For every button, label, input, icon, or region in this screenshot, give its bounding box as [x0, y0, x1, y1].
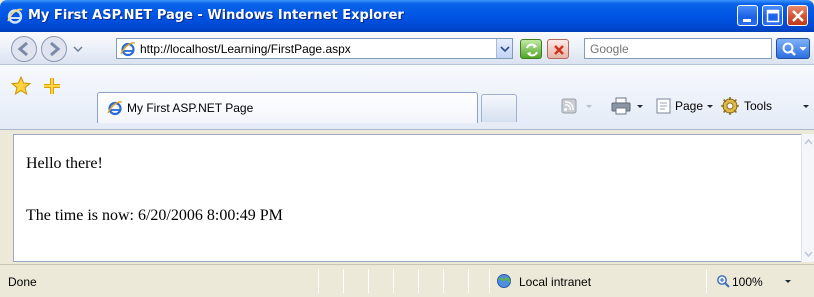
tab-label: My First ASP.NET Page [127, 101, 254, 115]
close-icon [792, 10, 804, 22]
scroll-down-arrow-icon[interactable] [802, 246, 814, 262]
zoom-dropdown-icon[interactable] [783, 279, 793, 287]
navigation-bar: http://localhost/Learning/FirstPage.aspx [0, 32, 814, 65]
ie-logo-icon [107, 101, 123, 116]
vertical-scrollbar[interactable] [801, 134, 814, 262]
close-button[interactable] [787, 5, 808, 26]
status-separator [706, 269, 707, 293]
new-tab-button[interactable] [481, 94, 517, 122]
security-zone-text[interactable]: Local intranet [519, 275, 591, 289]
favorites-star-icon[interactable] [10, 75, 32, 97]
greeting-text: Hello there! [26, 155, 103, 172]
status-separator [343, 269, 344, 293]
zoom-level[interactable]: 100% [732, 275, 763, 289]
minimize-icon [743, 19, 751, 22]
status-text: Done [8, 275, 37, 289]
status-separator [368, 269, 369, 293]
tab-bar: My First ASP.NET Page Page Tools [0, 65, 814, 130]
add-favorite-icon[interactable] [41, 75, 63, 97]
back-button[interactable] [10, 35, 38, 63]
chevron-down-icon [500, 46, 510, 53]
title-bar[interactable]: My First ASP.NET Page - Windows Internet… [0, 0, 814, 32]
stop-icon [554, 45, 564, 55]
page-icon[interactable] [654, 95, 672, 117]
maximize-icon [766, 9, 780, 23]
page-dropdown-icon[interactable] [705, 95, 715, 117]
feeds-dropdown-icon[interactable] [584, 95, 594, 117]
forward-button[interactable] [40, 35, 68, 63]
page-favicon-icon [120, 42, 136, 57]
recent-pages-dropdown[interactable] [71, 43, 85, 55]
print-dropdown-icon[interactable] [635, 95, 645, 117]
time-text: The time is now: 6/20/2006 8:00:49 PM [26, 207, 283, 224]
tools-menu[interactable]: Tools [744, 99, 772, 113]
minimize-button[interactable] [737, 5, 758, 26]
page-menu[interactable]: Page [675, 99, 703, 113]
refresh-icon [526, 43, 538, 57]
search-button[interactable] [776, 38, 810, 59]
status-separator [318, 269, 319, 293]
gear-icon[interactable] [719, 95, 741, 117]
status-bar: Done Local intranet 100% [0, 264, 814, 297]
address-dropdown[interactable] [496, 39, 512, 58]
status-separator [393, 269, 394, 293]
address-bar[interactable]: http://localhost/Learning/FirstPage.aspx [116, 38, 513, 59]
status-separator [418, 269, 419, 293]
feeds-icon[interactable] [560, 95, 578, 117]
search-input[interactable] [585, 39, 771, 58]
ie-logo-icon [7, 8, 23, 24]
tab-first-page[interactable]: My First ASP.NET Page [97, 92, 478, 123]
status-separator [468, 269, 469, 293]
zoom-icon[interactable] [716, 274, 730, 288]
scroll-up-arrow-icon[interactable] [802, 134, 814, 150]
browser-window: My First ASP.NET Page - Windows Internet… [0, 0, 814, 297]
refresh-button[interactable] [520, 39, 542, 59]
address-url[interactable]: http://localhost/Learning/FirstPage.aspx [140, 42, 351, 56]
tools-dropdown-icon[interactable] [801, 95, 811, 117]
maximize-button[interactable] [762, 5, 783, 26]
stop-button[interactable] [547, 39, 569, 59]
page-content: Hello there! The time is now: 6/20/2006 … [13, 134, 802, 262]
local-intranet-icon [497, 274, 511, 288]
search-box[interactable] [584, 38, 772, 59]
window-title: My First ASP.NET Page - Windows Internet… [28, 8, 404, 23]
print-icon[interactable] [610, 95, 632, 117]
search-icon [782, 42, 807, 56]
status-separator [489, 269, 490, 293]
status-separator [443, 269, 444, 293]
